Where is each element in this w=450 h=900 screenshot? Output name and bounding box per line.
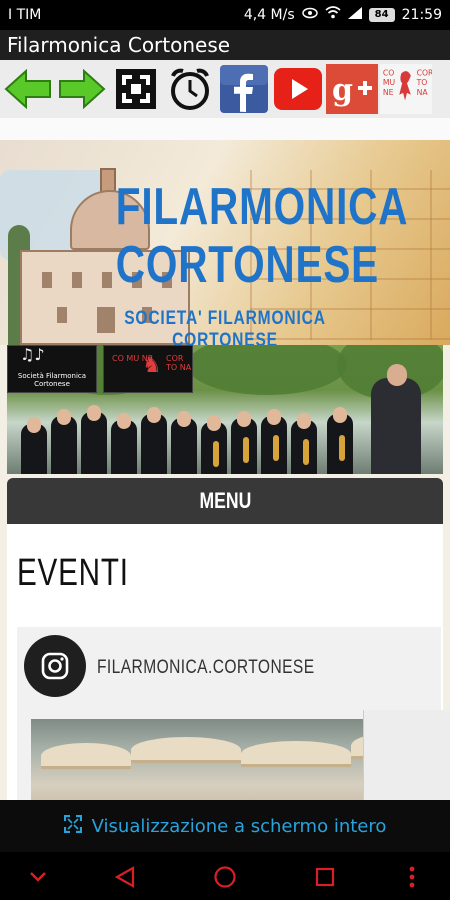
site-header: FILARMONICA CORTONESE SOCIETA' FILARMONI… xyxy=(0,140,450,345)
musician-head xyxy=(297,413,311,429)
svg-text:MU: MU xyxy=(383,78,395,87)
musician-head xyxy=(237,411,251,427)
musician-head xyxy=(207,415,221,431)
app-title: Filarmonica Cortonese xyxy=(0,30,450,60)
expand-icon xyxy=(63,814,82,838)
facade-window xyxy=(42,272,52,288)
battery-icon: 84 xyxy=(368,7,395,22)
menu-button[interactable]: MENU xyxy=(7,478,443,524)
musician xyxy=(81,412,107,474)
photo-umbrella xyxy=(41,743,131,769)
lion-emblem-icon: ♞ xyxy=(142,353,162,378)
webview[interactable]: FILARMONICA CORTONESE SOCIETA' FILARMONI… xyxy=(0,118,450,800)
svg-text:NA: NA xyxy=(417,88,429,97)
conductor xyxy=(371,378,421,474)
site-title: FILARMONICA CORTONESE xyxy=(115,178,409,294)
musician-head xyxy=(177,411,191,427)
photo-umbrella xyxy=(241,741,351,767)
google-plus-icon[interactable]: g xyxy=(326,63,378,115)
status-icons: 4,4 M/s 84 21:59 xyxy=(244,6,442,23)
filarmonica-logo-text: Società Filarmonica Cortonese xyxy=(17,372,87,388)
facebook-icon[interactable] xyxy=(218,63,270,115)
recents-nav-icon[interactable] xyxy=(312,864,338,890)
chevron-down-icon[interactable] xyxy=(25,864,51,890)
saxophone xyxy=(273,435,279,461)
musician-head xyxy=(117,413,131,429)
navigation-bar xyxy=(0,852,450,900)
svg-text:CO: CO xyxy=(383,69,394,78)
logo-cortona-text: COR TO NA xyxy=(166,354,192,372)
music-notes-icon: ♫♪ xyxy=(20,345,45,364)
toolbar: g CO MU NE COR TO NA xyxy=(0,60,450,118)
filarmonica-logo: ♫♪ Società Filarmonica Cortonese xyxy=(7,345,97,393)
saxophone xyxy=(243,437,249,463)
photo-foliage xyxy=(187,345,347,395)
events-heading: EVENTI xyxy=(17,552,129,594)
fullscreen-bar[interactable]: Visualizzazione a schermo intero xyxy=(0,800,450,852)
musician-head xyxy=(267,409,281,425)
comune-cortona-banner-logo: CO MU NE ♞ COR TO NA xyxy=(103,345,193,393)
eye-icon xyxy=(301,7,318,23)
fullscreen-label: Visualizzazione a schermo intero xyxy=(91,815,387,837)
back-nav-icon[interactable] xyxy=(112,864,138,890)
floating-widget-stub xyxy=(363,710,450,800)
fullscreen-icon[interactable] xyxy=(110,63,162,115)
facade-window xyxy=(57,307,67,323)
home-nav-icon[interactable] xyxy=(212,864,238,890)
musician-head xyxy=(87,405,101,421)
conductor-head xyxy=(387,364,407,386)
saxophone xyxy=(303,439,309,465)
svg-text:COR: COR xyxy=(417,69,432,78)
forward-arrow-icon[interactable] xyxy=(56,63,108,115)
page-top-strip xyxy=(0,118,450,140)
site-subtitle: SOCIETA' FILARMONICA CORTONESE xyxy=(124,308,326,345)
musician-head xyxy=(27,417,41,433)
menu-label: MENU xyxy=(199,488,251,513)
musician-head xyxy=(57,409,71,425)
facade-window xyxy=(72,272,82,288)
more-options-icon[interactable] xyxy=(399,864,425,890)
signal-icon xyxy=(347,6,362,23)
saxophone xyxy=(213,441,219,467)
alarm-clock-icon[interactable] xyxy=(164,63,216,115)
svg-text:NE: NE xyxy=(383,88,394,97)
instagram-icon[interactable] xyxy=(24,635,86,697)
musician-head xyxy=(147,407,161,423)
comune-cortona-logo[interactable]: CO MU NE COR TO NA xyxy=(380,63,432,115)
carrier-label: I TIM xyxy=(8,7,42,23)
musician xyxy=(141,414,167,474)
back-arrow-icon[interactable] xyxy=(2,63,54,115)
youtube-icon[interactable] xyxy=(272,63,324,115)
network-speed: 4,4 M/s xyxy=(243,6,295,23)
instagram-username[interactable]: FILARMONICA.CORTONESE xyxy=(97,657,315,679)
facade-window xyxy=(102,272,112,288)
svg-text:TO: TO xyxy=(416,78,428,87)
wifi-icon xyxy=(325,6,341,23)
photo-umbrella xyxy=(131,737,241,763)
svg-text:g: g xyxy=(332,73,353,108)
status-bar: I TIM 4,4 M/s 84 21:59 xyxy=(0,0,450,30)
saxophone xyxy=(339,435,345,461)
band-photo: ♫♪ Società Filarmonica Cortonese CO MU N… xyxy=(7,345,443,474)
clock: 21:59 xyxy=(401,6,442,23)
musician-head xyxy=(333,407,347,423)
